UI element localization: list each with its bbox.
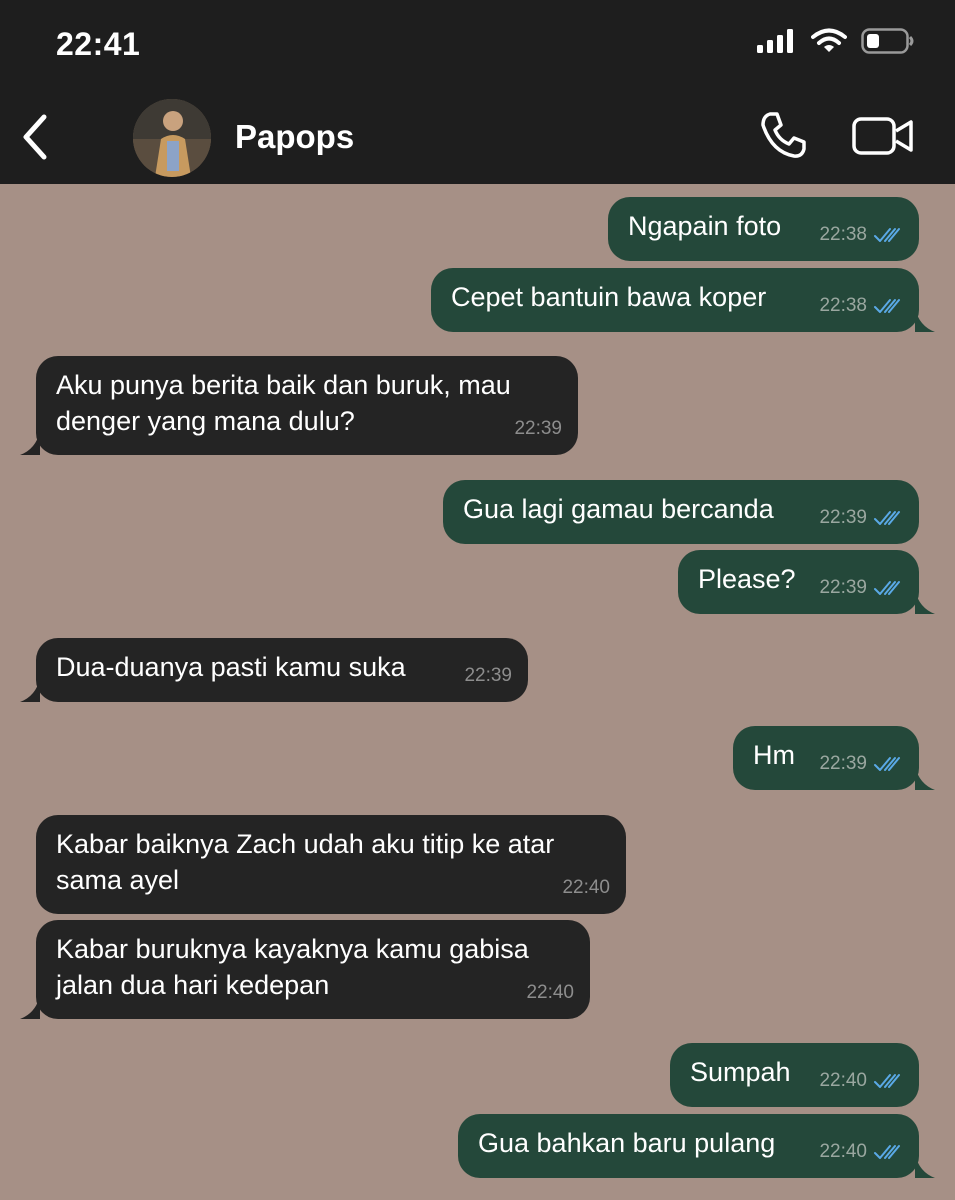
message-time: 22:39 [464,665,512,686]
bubble-tail [915,1154,935,1178]
wifi-icon [811,28,847,52]
bubble-tail [20,995,40,1019]
message-meta: 22:39 [464,658,512,694]
incoming-message[interactable]: Dua-duanya pasti kamu suka 22:39 [20,638,528,702]
status-icons [757,28,915,54]
message-time: 22:39 [514,418,562,439]
outgoing-message[interactable]: Gua bahkan baru pulang 22:40 [458,1114,935,1178]
video-camera-icon[interactable] [852,115,914,157]
double-check-icon [874,511,900,525]
message-meta: 22:39 [819,746,903,782]
message-meta: 22:38 [819,217,903,253]
double-check-icon [874,757,900,771]
status-time: 22:41 [56,26,141,62]
bubble-tail [915,766,935,790]
double-check-icon [874,1145,900,1159]
back-chevron-icon[interactable] [18,112,52,162]
avatar-photo [133,99,211,177]
message-time: 22:40 [819,1141,867,1162]
bubble-tail [20,431,40,455]
outgoing-message[interactable]: Cepet bantuin bawa koper 22:38 [431,268,935,332]
battery-icon [861,28,914,54]
chat-header: 22:41 Papops [0,0,955,184]
message-meta: 22:40 [819,1063,903,1099]
bubble-tail [20,678,40,702]
message-meta: 22:39 [819,500,903,536]
message-meta: 22:38 [819,288,903,324]
bubble-tail [915,590,935,614]
message-text: Kabar buruknya kayaknya kamu gabisa jala… [56,934,529,1000]
message-time: 22:38 [819,224,867,245]
contact-avatar[interactable] [133,99,211,177]
double-check-icon [874,299,900,313]
message-text: Kabar baiknya Zach udah aku titip ke ata… [56,829,555,895]
message-time: 22:39 [819,507,867,528]
incoming-message[interactable]: Kabar baiknya Zach udah aku titip ke ata… [36,815,626,914]
contact-name[interactable]: Papops [235,118,354,156]
message-meta: 22:40 [526,975,574,1011]
outgoing-message[interactable]: Ngapain foto 22:38 [608,197,919,261]
message-meta: 22:40 [562,870,610,906]
double-check-icon [874,228,900,242]
message-meta: 22:39 [514,411,562,447]
message-time: 22:38 [819,295,867,316]
message-meta: 22:40 [819,1134,903,1170]
incoming-message[interactable]: Aku punya berita baik dan buruk, mau den… [20,356,578,455]
double-check-icon [874,1074,900,1088]
message-time: 22:39 [819,577,867,598]
message-time: 22:40 [819,1070,867,1091]
incoming-message[interactable]: Kabar buruknya kayaknya kamu gabisa jala… [20,920,590,1019]
message-time: 22:40 [526,982,574,1003]
outgoing-message[interactable]: Gua lagi gamau bercanda 22:39 [443,480,919,544]
outgoing-message[interactable]: Sumpah 22:40 [670,1043,919,1107]
outgoing-message[interactable]: Please? 22:39 [678,550,935,614]
message-text: Aku punya berita baik dan buruk, mau den… [56,370,511,436]
bubble-tail [915,308,935,332]
outgoing-message[interactable]: Hm 22:39 [733,726,935,790]
message-time: 22:40 [562,877,610,898]
message-text: Dua-duanya pasti kamu suka [56,652,406,682]
message-time: 22:39 [819,753,867,774]
phone-icon[interactable] [758,110,808,160]
signal-icon [757,29,793,53]
double-check-icon [874,581,900,595]
message-meta: 22:39 [819,570,903,606]
